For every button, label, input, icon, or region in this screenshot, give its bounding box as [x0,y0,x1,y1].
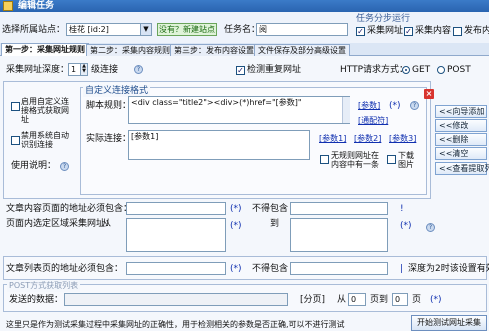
app-icon [3,1,13,11]
post-to-label: 页到 [370,295,389,305]
step-publish-label: 发布内容 [464,26,489,36]
footer-note: 这里只是作为测试采集过程中采集网址的正确性，用于检测相关的参数是否正确,可以不进… [6,320,345,329]
exclamation-icon[interactable]: ! [400,203,404,215]
task-name-input[interactable]: 阅 [256,23,348,36]
insert-marker-icon[interactable]: (*) [430,294,442,306]
step-collect-url-checkbox[interactable]: ✓ [356,27,365,36]
wizard-add-button[interactable]: <<向导添加 [435,105,487,118]
get-label: GET [412,65,431,75]
enable-custom-checkbox[interactable] [11,102,20,111]
usage-help-icon[interactable]: ? [60,162,69,171]
top-bar: 选择所属站点： 桂花 [id:2] ▼ 没有？新建站点 任务名： 阅 任务分步运… [0,12,489,43]
region-from-input[interactable] [126,218,226,252]
disable-auto-checkbox[interactable] [11,136,20,145]
step-collect-content-label: 采集内容 [415,26,452,36]
send-data-input[interactable] [64,293,288,306]
post-group-title: POST方式获取列表 [7,280,81,292]
region-to-label: 到 [270,219,280,229]
region-to-input[interactable] [290,218,388,252]
main-panel: 采集网址深度： 1 ▲ ▼ 级连接 ? ✓ 检测重复网址 HTTP请求方式： GE… [0,56,489,331]
download-images-label: 下载图片 [398,151,414,169]
post-to-input[interactable]: 0 [392,293,408,306]
list-not-contain-label: 不得包含 [252,264,289,274]
content-not-contain-label: 不得包含 [252,204,289,214]
close-icon[interactable]: × [424,89,434,99]
tab-step2[interactable]: 第二步：采集内容规则 [86,44,174,56]
post-label: POST [447,65,471,75]
region-label: 页面内选定区域采集网址： [6,219,115,229]
help-icon[interactable]: ? [134,65,143,74]
no-url-label: 无规则网址在内容中有一条 [331,151,379,169]
region-help-icon[interactable]: ? [426,223,435,232]
param2-link[interactable]: [参数2] [354,133,381,144]
insert-marker-icon[interactable]: (*) [400,220,412,232]
list-must-contain-input[interactable] [126,262,226,275]
insert-marker-icon[interactable]: (*) [230,263,242,275]
content-not-contain-input[interactable] [290,202,388,215]
url-depth-suffix: 级连接 [91,65,119,75]
step-publish-checkbox[interactable] [453,27,462,36]
script-help-icon[interactable]: ? [410,101,419,110]
url-depth-label: 采集网址深度： [6,65,70,75]
enable-custom-label: 启用自定义连接格式获取网址 [21,97,69,124]
new-site-button[interactable]: 没有？新建站点 [157,23,217,36]
check-repeat-label: 检测重复网址 [247,65,302,75]
download-images-checkbox[interactable] [387,155,396,164]
send-data-label: 发送的数据： [9,295,64,305]
script-rule-label: 脚本规则： [86,101,132,111]
delete-button[interactable]: <<删除 [435,133,487,146]
actual-link-label: 实际连接： [86,134,132,144]
content-must-contain-label: 文章内容页面的地址必须包含： [6,204,133,214]
page-label: [分页] [300,295,326,305]
actual-link-input[interactable]: [参数1] [128,130,310,160]
insert-marker-icon[interactable]: (*) [389,100,401,112]
tab-step3[interactable]: 第三步：发布内容设置 [170,44,258,56]
disable-auto-label: 禁用系统自动识别连接 [21,131,69,149]
task-name-label: 任务名： [224,25,261,35]
script-rule-input[interactable]: <div class="title2"><div>(*)href="[参数]" [128,96,350,124]
param1-link[interactable]: [参数1] [319,133,346,144]
url-depth-input[interactable]: 1 ▲ ▼ [68,63,88,76]
scrollbar[interactable] [342,97,350,123]
step-collect-url-label: 采集网址 [367,26,404,36]
list-must-contain-label: 文章列表页的地址必须包含： [6,264,124,274]
title-bar: 编辑任务 [0,0,489,12]
region-from-label: 从 [102,219,112,229]
tab-step1[interactable]: 第一步：采集网址规则 [1,43,89,56]
tab-bar: 第一步：采集网址规则 第二步：采集内容规则 第三步：发布内容设置 文件保存及部分… [0,43,489,56]
tab-advanced[interactable]: 文件保存及部分高级设置 [254,44,350,56]
site-select[interactable]: 桂花 [id:2] ▼ [66,23,152,36]
step-collect-content-checkbox[interactable]: ✓ [404,27,413,36]
steps-label: 任务分步运行 [356,14,411,24]
get-radio[interactable] [402,66,410,74]
check-repeat-checkbox[interactable]: ✓ [236,66,245,75]
usage-label: 使用说明： [11,161,57,171]
site-label: 选择所属站点： [2,25,66,35]
post-radio[interactable] [437,66,445,74]
test-url-button[interactable]: 开始测试网址采集 [411,315,487,331]
post-from-input[interactable]: 0 [348,293,366,306]
window-title: 编辑任务 [18,1,55,11]
content-must-contain-input[interactable] [126,202,226,215]
url-depth-value: 1 [71,65,77,74]
clear-button[interactable]: <<清空 [435,147,487,160]
list-not-contain-input[interactable] [290,262,388,275]
post-from-label: 从 [337,295,347,305]
spin-icon[interactable]: ▲ ▼ [80,64,87,75]
param3-link[interactable]: [参数3] [389,133,416,144]
post-page-suffix: 页 [412,295,422,305]
view-extract-button[interactable]: <<查看提取列 [435,162,489,175]
insert-marker-icon[interactable]: (*) [230,203,242,215]
exclamation-icon[interactable]: | [400,263,403,275]
depth-note: 深度为2时该设置有效 [408,264,489,274]
chevron-down-icon[interactable]: ▼ [140,24,151,35]
no-url-checkbox[interactable] [320,155,329,164]
modify-button[interactable]: <<修改 [435,119,487,132]
site-select-value: 桂花 [id:2] [69,25,109,34]
http-method-label: HTTP请求方式： [340,65,409,75]
wildcard-link[interactable]: [通配符] [358,115,388,126]
param-link[interactable]: [参数] [358,100,380,111]
insert-marker-icon[interactable]: (*) [230,220,242,232]
